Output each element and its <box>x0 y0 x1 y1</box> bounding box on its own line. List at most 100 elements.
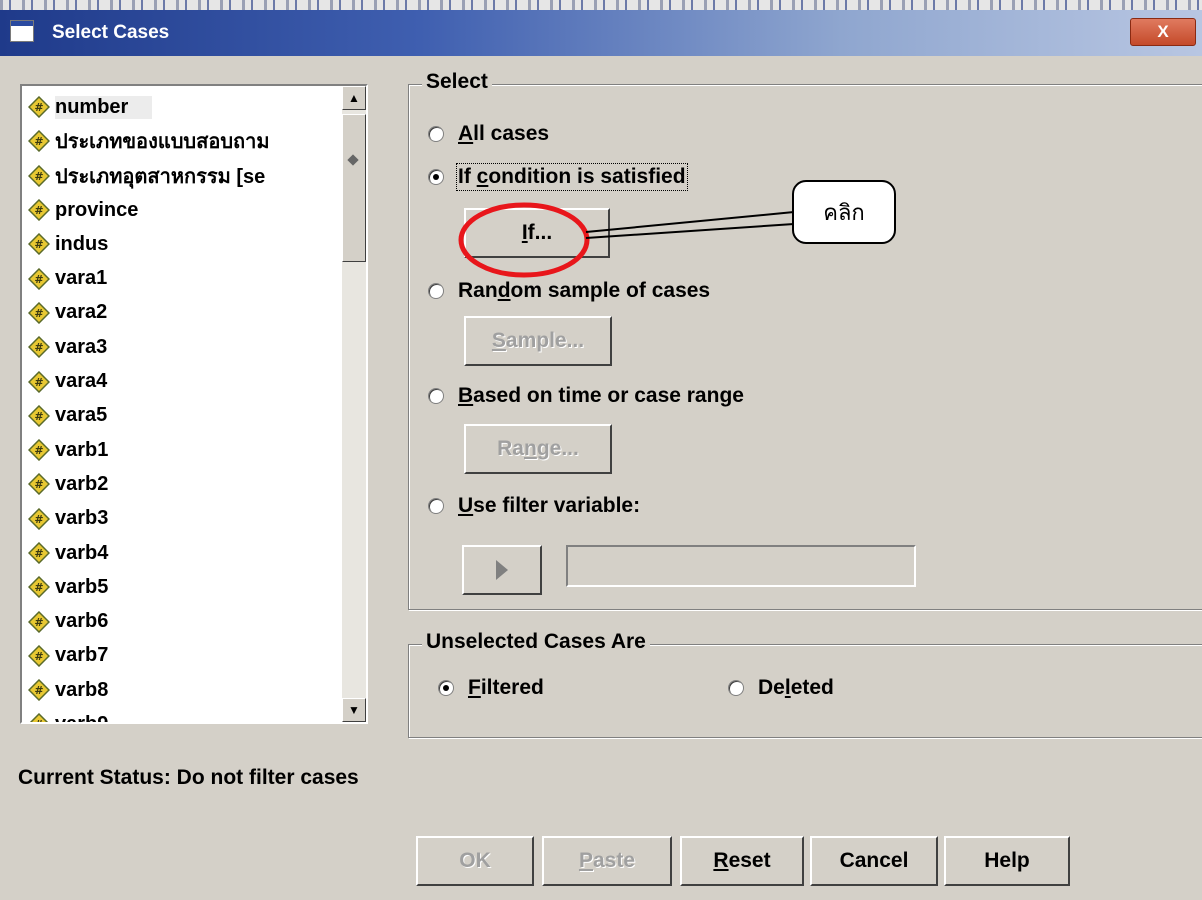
radio-deleted[interactable]: Deleted <box>728 676 834 700</box>
svg-text:#: # <box>34 376 43 389</box>
help-button[interactable]: Help <box>944 836 1070 886</box>
variable-list-item[interactable]: # varb1 <box>28 433 338 467</box>
radio-time-range-label: Based on time or case range <box>458 384 744 407</box>
variable-name: varb2 <box>55 472 109 495</box>
variable-list-item[interactable]: # ประเภทอุตสาหกรรม [se <box>28 159 338 193</box>
variable-name: ประเภทอุตสาหกรรม [se <box>55 165 266 188</box>
range-button-label: Range... <box>497 437 579 460</box>
svg-text:#: # <box>34 341 43 354</box>
unselected-group-title: Unselected Cases Are <box>422 630 650 654</box>
ok-button[interactable]: OK <box>416 836 534 886</box>
svg-text:#: # <box>34 581 43 594</box>
numeric-variable-icon: # <box>28 679 50 702</box>
variable-list-item[interactable]: # vara4 <box>28 364 338 398</box>
paste-button[interactable]: Paste <box>542 836 672 886</box>
variable-name: ประเภทของแบบสอบถาม <box>55 131 270 154</box>
scroll-thumb[interactable] <box>342 114 366 262</box>
radio-button[interactable] <box>428 126 444 142</box>
numeric-variable-icon: # <box>28 576 50 599</box>
radio-filter-variable-label: Use filter variable: <box>458 494 641 517</box>
reset-button[interactable]: Reset <box>680 836 804 886</box>
scroll-up-button[interactable]: ▲ <box>342 86 366 110</box>
variable-list-item[interactable]: # vara1 <box>28 261 338 295</box>
up-arrow-icon: ▲ <box>348 91 360 105</box>
variable-name: vara2 <box>55 301 108 324</box>
radio-time-range[interactable]: Based on time or case range <box>428 384 744 408</box>
variable-list-item[interactable]: # vara2 <box>28 296 338 330</box>
variable-name: varb4 <box>55 541 109 564</box>
svg-text:#: # <box>34 204 43 217</box>
close-button[interactable]: X <box>1130 18 1196 46</box>
variable-list-item[interactable]: # varb9 <box>28 707 338 724</box>
variable-list[interactable]: # number # ประเภทของแบบสอบถาม # ประเภทอุตสาหก… <box>20 84 368 724</box>
variable-list-item[interactable]: # number <box>28 90 338 124</box>
svg-text:#: # <box>34 444 43 457</box>
svg-text:#: # <box>34 101 43 114</box>
paste-button-label: Paste <box>578 849 636 872</box>
radio-all-cases[interactable]: All cases <box>428 122 549 146</box>
background-residue <box>0 0 1202 10</box>
svg-text:#: # <box>34 650 43 663</box>
radio-button-selected[interactable] <box>428 169 444 185</box>
title-bar[interactable] <box>0 10 1202 56</box>
variable-list-item[interactable]: # varb8 <box>28 673 338 707</box>
svg-text:#: # <box>34 513 43 526</box>
scroll-down-button[interactable]: ▼ <box>342 698 366 722</box>
variable-name: vara5 <box>55 404 108 427</box>
numeric-variable-icon: # <box>28 644 50 667</box>
svg-text:#: # <box>34 616 43 629</box>
variable-name: varb7 <box>55 644 109 667</box>
cancel-button[interactable]: Cancel <box>810 836 938 886</box>
callout-text: คลิก <box>823 199 865 225</box>
variable-name: vara3 <box>55 335 108 358</box>
help-button-label: Help <box>984 849 1030 872</box>
click-callout: คลิก <box>792 180 896 244</box>
filter-variable-field[interactable] <box>566 545 916 587</box>
variable-list-item[interactable]: # varb2 <box>28 467 338 501</box>
variable-name: varb5 <box>55 575 109 598</box>
variable-list-item[interactable]: # ประเภทของแบบสอบถาม <box>28 124 338 158</box>
variable-list-item[interactable]: # varb4 <box>28 536 338 570</box>
variable-list-item[interactable]: # province <box>28 193 338 227</box>
radio-button[interactable] <box>428 283 444 299</box>
numeric-variable-icon: # <box>28 130 50 153</box>
variable-list-item[interactable]: # vara5 <box>28 399 338 433</box>
radio-button[interactable] <box>428 498 444 514</box>
radio-button[interactable] <box>728 680 744 696</box>
variable-list-item[interactable]: # varb7 <box>28 639 338 673</box>
sample-button[interactable]: Sample... <box>464 316 612 366</box>
variable-list-item[interactable]: # varb5 <box>28 570 338 604</box>
numeric-variable-icon: # <box>28 336 50 359</box>
variable-name: varb8 <box>55 678 109 701</box>
move-variable-button[interactable] <box>462 545 542 595</box>
radio-button[interactable] <box>428 388 444 404</box>
numeric-variable-icon: # <box>28 404 50 427</box>
radio-if-condition[interactable]: If condition is satisfied <box>428 163 688 191</box>
radio-filter-variable[interactable]: Use filter variable: <box>428 494 640 518</box>
variable-name: vara1 <box>55 267 108 290</box>
variable-name: indus <box>55 232 109 255</box>
svg-text:#: # <box>34 718 43 724</box>
range-button[interactable]: Range... <box>464 424 612 474</box>
vertical-scrollbar[interactable]: ▲ ▼ <box>342 86 366 722</box>
window-title: Select Cases <box>52 22 170 43</box>
radio-deleted-label: Deleted <box>758 676 834 699</box>
window-icon <box>10 20 34 42</box>
numeric-variable-icon: # <box>28 301 50 324</box>
variable-list-item[interactable]: # varb6 <box>28 604 338 638</box>
radio-random-sample[interactable]: Random sample of cases <box>428 279 710 303</box>
variable-name: number <box>55 95 153 119</box>
variable-list-item[interactable]: # indus <box>28 227 338 261</box>
svg-text:#: # <box>34 478 43 491</box>
radio-button-selected[interactable] <box>438 680 454 696</box>
radio-random-sample-label: Random sample of cases <box>458 279 711 302</box>
if-button[interactable]: If... <box>464 208 610 258</box>
variable-list-item[interactable]: # varb3 <box>28 502 338 536</box>
if-button-label: If... <box>521 221 553 244</box>
variable-list-item[interactable]: # vara3 <box>28 330 338 364</box>
down-arrow-icon: ▼ <box>348 703 360 717</box>
variable-name: varb1 <box>55 438 109 461</box>
numeric-variable-icon: # <box>28 164 50 187</box>
radio-filtered[interactable]: Filtered <box>438 676 544 700</box>
cancel-button-label: Cancel <box>839 849 909 872</box>
